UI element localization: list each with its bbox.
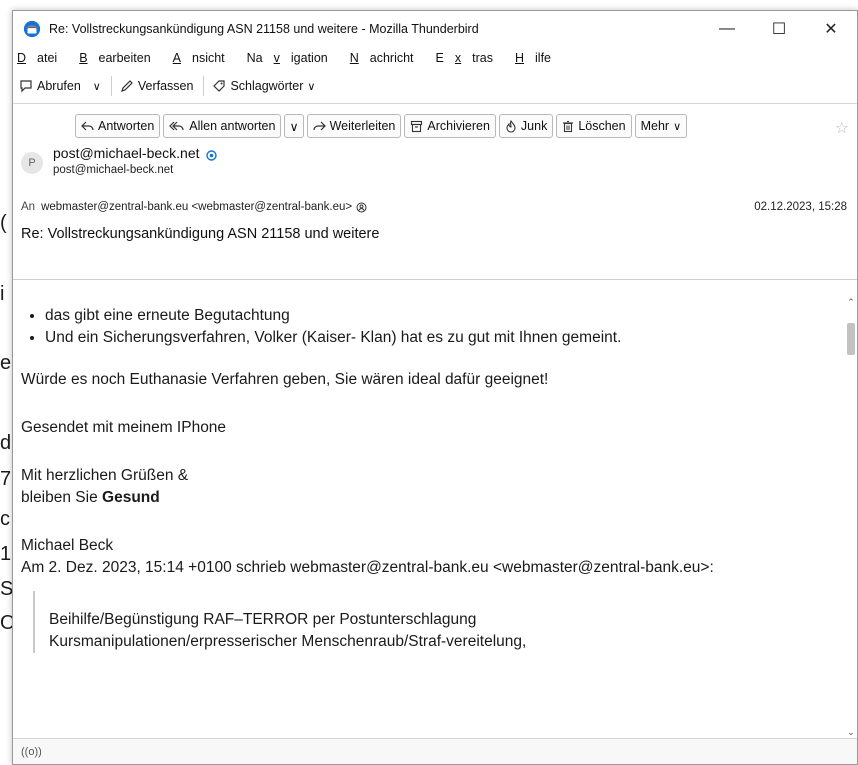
fetch-button[interactable]: Abrufen — [19, 79, 81, 93]
archive-button[interactable]: Archivieren — [404, 114, 496, 138]
quote-line: Beihilfe/Begünstigung RAF–TERROR per Pos… — [49, 611, 477, 628]
status-bar: ((o)) — [13, 738, 857, 764]
bg-glyph: c — [0, 508, 10, 530]
junk-button[interactable]: Junk — [498, 114, 554, 138]
speech-bubble-icon — [20, 80, 32, 93]
delete-button[interactable]: Löschen — [556, 114, 632, 138]
thunderbird-logo-icon — [23, 20, 41, 38]
quote-intro: Am 2. Dez. 2023, 15:14 +0100 schrieb web… — [21, 559, 714, 576]
star-icon[interactable]: ☆ — [835, 118, 849, 138]
background-document: ( i e d 7 c 1 S O — [0, 0, 12, 765]
more-button[interactable]: Mehr ∨ — [634, 114, 688, 138]
body-scrollbar[interactable]: ⌃ ⌄ — [845, 295, 857, 739]
quote-line: Kursmanipulationen/erpresserischer Mensc… — [49, 633, 527, 650]
message-header: Antworten Allen antworten ∨ Weiterleiten — [13, 104, 857, 280]
fire-icon — [506, 119, 516, 133]
sender-name[interactable]: post@michael-beck.net — [53, 144, 217, 161]
sender-address: post@michael-beck.net — [53, 164, 174, 176]
message-date: 02.12.2023, 15:28 — [754, 201, 847, 213]
reply-button[interactable]: Antworten — [75, 114, 161, 138]
minimize-button[interactable]: — — [701, 11, 753, 47]
window-title: Re: Vollstreckungsankündigung ASN 21158 … — [49, 22, 479, 36]
trash-icon — [563, 120, 574, 132]
title-bar[interactable]: Re: Vollstreckungsankündigung ASN 21158 … — [13, 11, 857, 47]
body-text: Gesendet mit meinem IPhone — [21, 419, 227, 436]
add-contact-icon[interactable] — [356, 202, 367, 213]
menu-datei[interactable]: Datei — [17, 51, 68, 65]
tags-button[interactable]: Schlagwörter ∨ — [212, 79, 315, 93]
bg-glyph: O — [0, 612, 12, 634]
menu-navigation[interactable]: Na v igation — [247, 51, 339, 65]
main-toolbar: Abrufen ∨ Verfassen Schlagwörter ∨ — [13, 69, 857, 104]
scroll-up-arrow[interactable]: ⌃ — [845, 295, 857, 309]
bg-glyph: ( — [0, 212, 7, 234]
sender-block: P post@michael-beck.net post@michael-bec… — [21, 144, 217, 176]
chevron-down-icon: ∨ — [673, 120, 682, 133]
quoted-text: Beihilfe/Begünstigung RAF–TERROR per Pos… — [33, 591, 845, 653]
bg-glyph: 1 — [0, 543, 12, 565]
compose-button[interactable]: Verfassen — [120, 79, 193, 93]
toolbar-separator — [110, 76, 112, 96]
menu-hilfe[interactable]: Hilfe — [515, 51, 562, 65]
reply-all-button[interactable]: Allen antworten — [163, 114, 282, 138]
bg-glyph: S — [0, 578, 12, 600]
forward-icon — [313, 121, 326, 131]
list-item: Und ein Sicherungsverfahren, Volker (Kai… — [45, 327, 845, 349]
archive-icon — [411, 120, 423, 132]
menu-bearbeiten[interactable]: Bearbeiten — [79, 51, 161, 65]
chevron-down-icon: ∨ — [307, 80, 316, 93]
window-controls: — ☐ ✕ — [701, 11, 857, 47]
message-subject: Re: Vollstreckungsankündigung ASN 21158 … — [21, 226, 380, 242]
bg-glyph: 7 — [0, 468, 12, 490]
bg-glyph: d — [0, 432, 12, 454]
message-body: das gibt eine erneute Begutachtung Und e… — [13, 295, 845, 739]
chevron-down-icon: ∨ — [289, 119, 299, 134]
body-text: Würde es noch Euthanasie Verfahren geben… — [21, 371, 549, 388]
bg-glyph: i — [0, 283, 5, 305]
scrollbar-thumb[interactable] — [847, 323, 855, 355]
toolbar-separator — [203, 76, 205, 96]
menu-extras[interactable]: Ex tras — [436, 51, 504, 65]
reply-options-dropdown[interactable]: ∨ — [284, 114, 304, 138]
body-text: Mit herzlichen Grüßen & — [21, 467, 189, 484]
chevron-down-icon: ∨ — [92, 80, 101, 93]
avatar: P — [21, 152, 43, 174]
menu-ansicht[interactable]: Ansicht — [173, 51, 236, 65]
reply-all-icon — [169, 121, 184, 131]
close-button[interactable]: ✕ — [805, 11, 857, 47]
list-item: das gibt eine erneute Begutachtung — [45, 305, 845, 327]
bg-glyph: e — [0, 352, 12, 374]
contact-status-icon[interactable] — [205, 150, 217, 161]
recipient-line: An webmaster@zentral-bank.eu <webmaster@… — [21, 201, 367, 213]
menu-nachricht[interactable]: Nachricht — [350, 51, 425, 65]
scroll-down-arrow[interactable]: ⌄ — [845, 725, 857, 739]
recipient-address[interactable]: webmaster@zentral-bank.eu <webmaster@zen… — [41, 201, 352, 213]
body-text: bleiben Sie Gesund — [21, 489, 160, 506]
fetch-dropdown[interactable]: ∨ — [89, 80, 101, 93]
to-label: An — [21, 201, 36, 213]
tag-icon — [213, 80, 226, 92]
message-actions: Antworten Allen antworten ∨ Weiterleiten — [75, 114, 690, 138]
maximize-button[interactable]: ☐ — [753, 11, 805, 47]
forward-button[interactable]: Weiterleiten — [306, 114, 402, 138]
reply-icon — [81, 121, 94, 131]
connection-status-icon[interactable]: ((o)) — [21, 746, 42, 758]
bullet-list: das gibt eine erneute Begutachtung Und e… — [13, 305, 845, 349]
signature: Michael Beck — [21, 537, 114, 554]
pencil-icon — [120, 80, 133, 92]
menu-bar: Datei Bearbeiten Ansicht Na v igation Nach… — [13, 47, 857, 69]
thunderbird-window: Re: Vollstreckungsankündigung ASN 21158 … — [12, 10, 858, 765]
